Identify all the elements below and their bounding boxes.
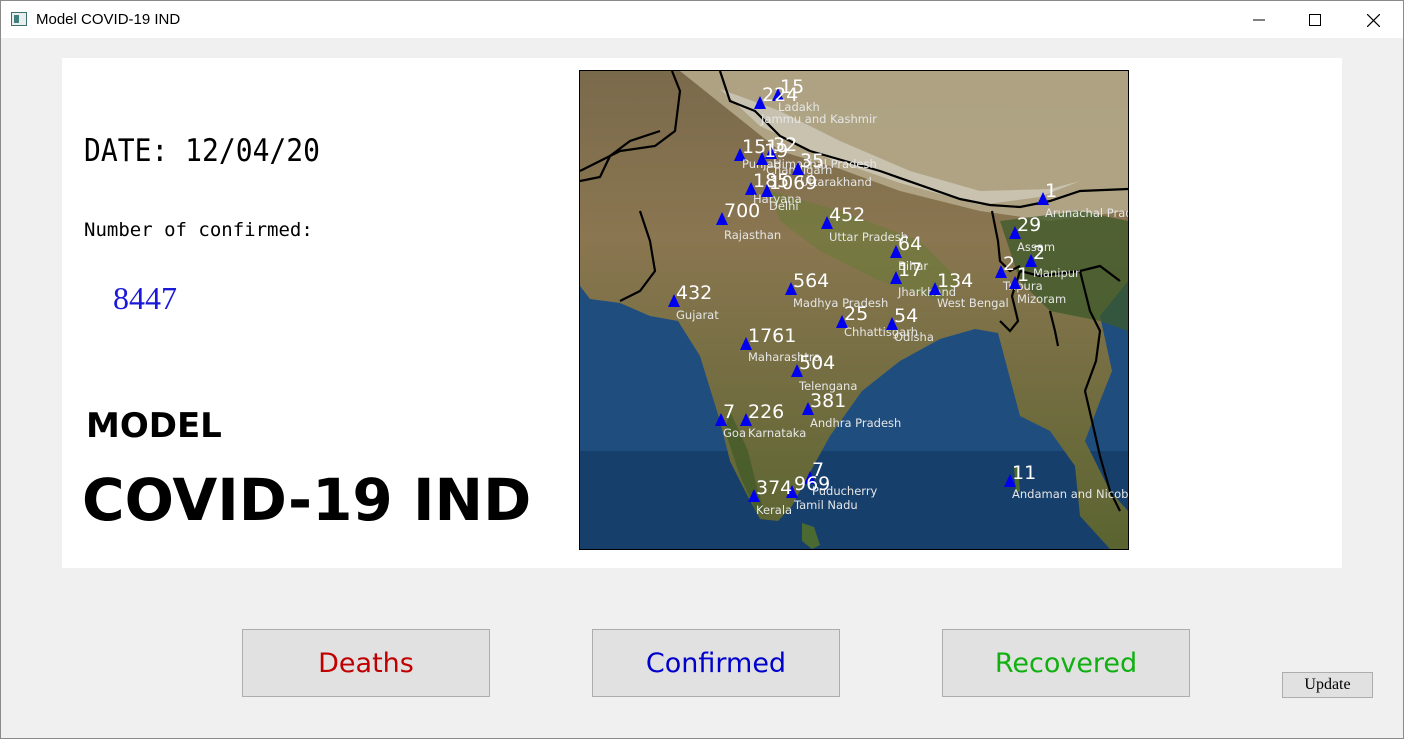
recovered-button[interactable]: Recovered [942,629,1190,697]
value-jharkhand: 17 [898,259,922,281]
minimize-icon [1253,19,1265,21]
label-arunachal-pradesh: Arunachal Pradesh [1045,206,1128,220]
confirmed-label: Number of confirmed: [84,219,313,241]
label-mizoram: Mizoram [1017,292,1066,306]
minimize-button[interactable] [1236,2,1282,38]
value-maharashtra: 1761 [748,325,796,347]
value-rajasthan: 700 [724,200,760,222]
value-chandigarh: 19 [764,140,788,162]
update-button[interactable]: Update [1282,672,1373,698]
value-arunachal-pradesh: 1 [1045,180,1057,202]
value-andaman-and-nicobar: 11 [1012,462,1036,484]
label-gujarat: Gujarat [676,308,719,322]
label-karnataka: Karnataka [748,426,806,440]
value-odisha: 54 [894,305,918,327]
model-label: MODEL [86,406,222,446]
label-andaman-and-nicobar: Andaman and Nicobar [1012,487,1128,501]
label-uttar-pradesh: Uttar Pradesh [829,230,908,244]
map-canvas: 15Ladakh224Jammu and Kashmir151Punjab32H… [580,71,1128,549]
date-label: DATE: 12/04/20 [84,132,321,169]
label-rajasthan: Rajasthan [724,228,781,242]
window-title: Model COVID-19 IND [36,11,181,28]
label-delhi: Delhi [769,199,799,213]
value-gujarat: 432 [676,282,712,304]
value-mizoram: 1 [1017,264,1029,286]
close-icon [1366,13,1380,27]
value-chhattisgarh: 25 [844,303,868,325]
value-telengana: 504 [799,352,835,374]
maximize-icon [1309,14,1321,26]
label-madhya-pradesh: Madhya Pradesh [793,296,888,310]
value-uttarakhand: 35 [800,150,824,172]
label-manipur: Manipur [1033,266,1080,280]
title-bar[interactable]: Model COVID-19 IND [1,1,1403,38]
app-window-icon [11,12,27,26]
confirmed-button[interactable]: Confirmed [592,629,840,697]
label-andhra-pradesh: Andhra Pradesh [810,416,901,430]
value-tamil-nadu: 969 [794,473,830,495]
value-goa: 7 [723,401,735,423]
value-assam: 29 [1017,214,1041,236]
app-title: COVID-19 IND [82,466,532,534]
label-jammu-and-kashmir: Jammu and Kashmir [760,112,877,126]
value-tripura: 2 [1003,253,1015,275]
close-button[interactable] [1350,2,1396,38]
value-uttar-pradesh: 452 [829,204,865,226]
deaths-button[interactable]: Deaths [242,629,490,697]
label-west-bengal: West Bengal [937,296,1009,310]
value-west-bengal: 134 [937,270,973,292]
label-odisha: Odisha [894,330,934,344]
confirmed-count: 8447 [113,280,177,316]
maximize-button[interactable] [1292,2,1338,38]
label-goa: Goa [723,426,746,440]
india-satellite-map: 15Ladakh224Jammu and Kashmir151Punjab32H… [579,70,1129,550]
value-bihar: 64 [898,233,922,255]
label-tamil-nadu: Tamil Nadu [793,498,858,512]
value-manipur: 2 [1033,242,1045,264]
value-andhra-pradesh: 381 [810,390,846,412]
label-kerala: Kerala [756,503,792,517]
value-karnataka: 226 [748,401,784,423]
value-kerala: 374 [756,477,792,499]
value-jammu-and-kashmir: 224 [762,84,798,106]
value-delhi: 1069 [769,172,817,194]
value-madhya-pradesh: 564 [793,270,829,292]
